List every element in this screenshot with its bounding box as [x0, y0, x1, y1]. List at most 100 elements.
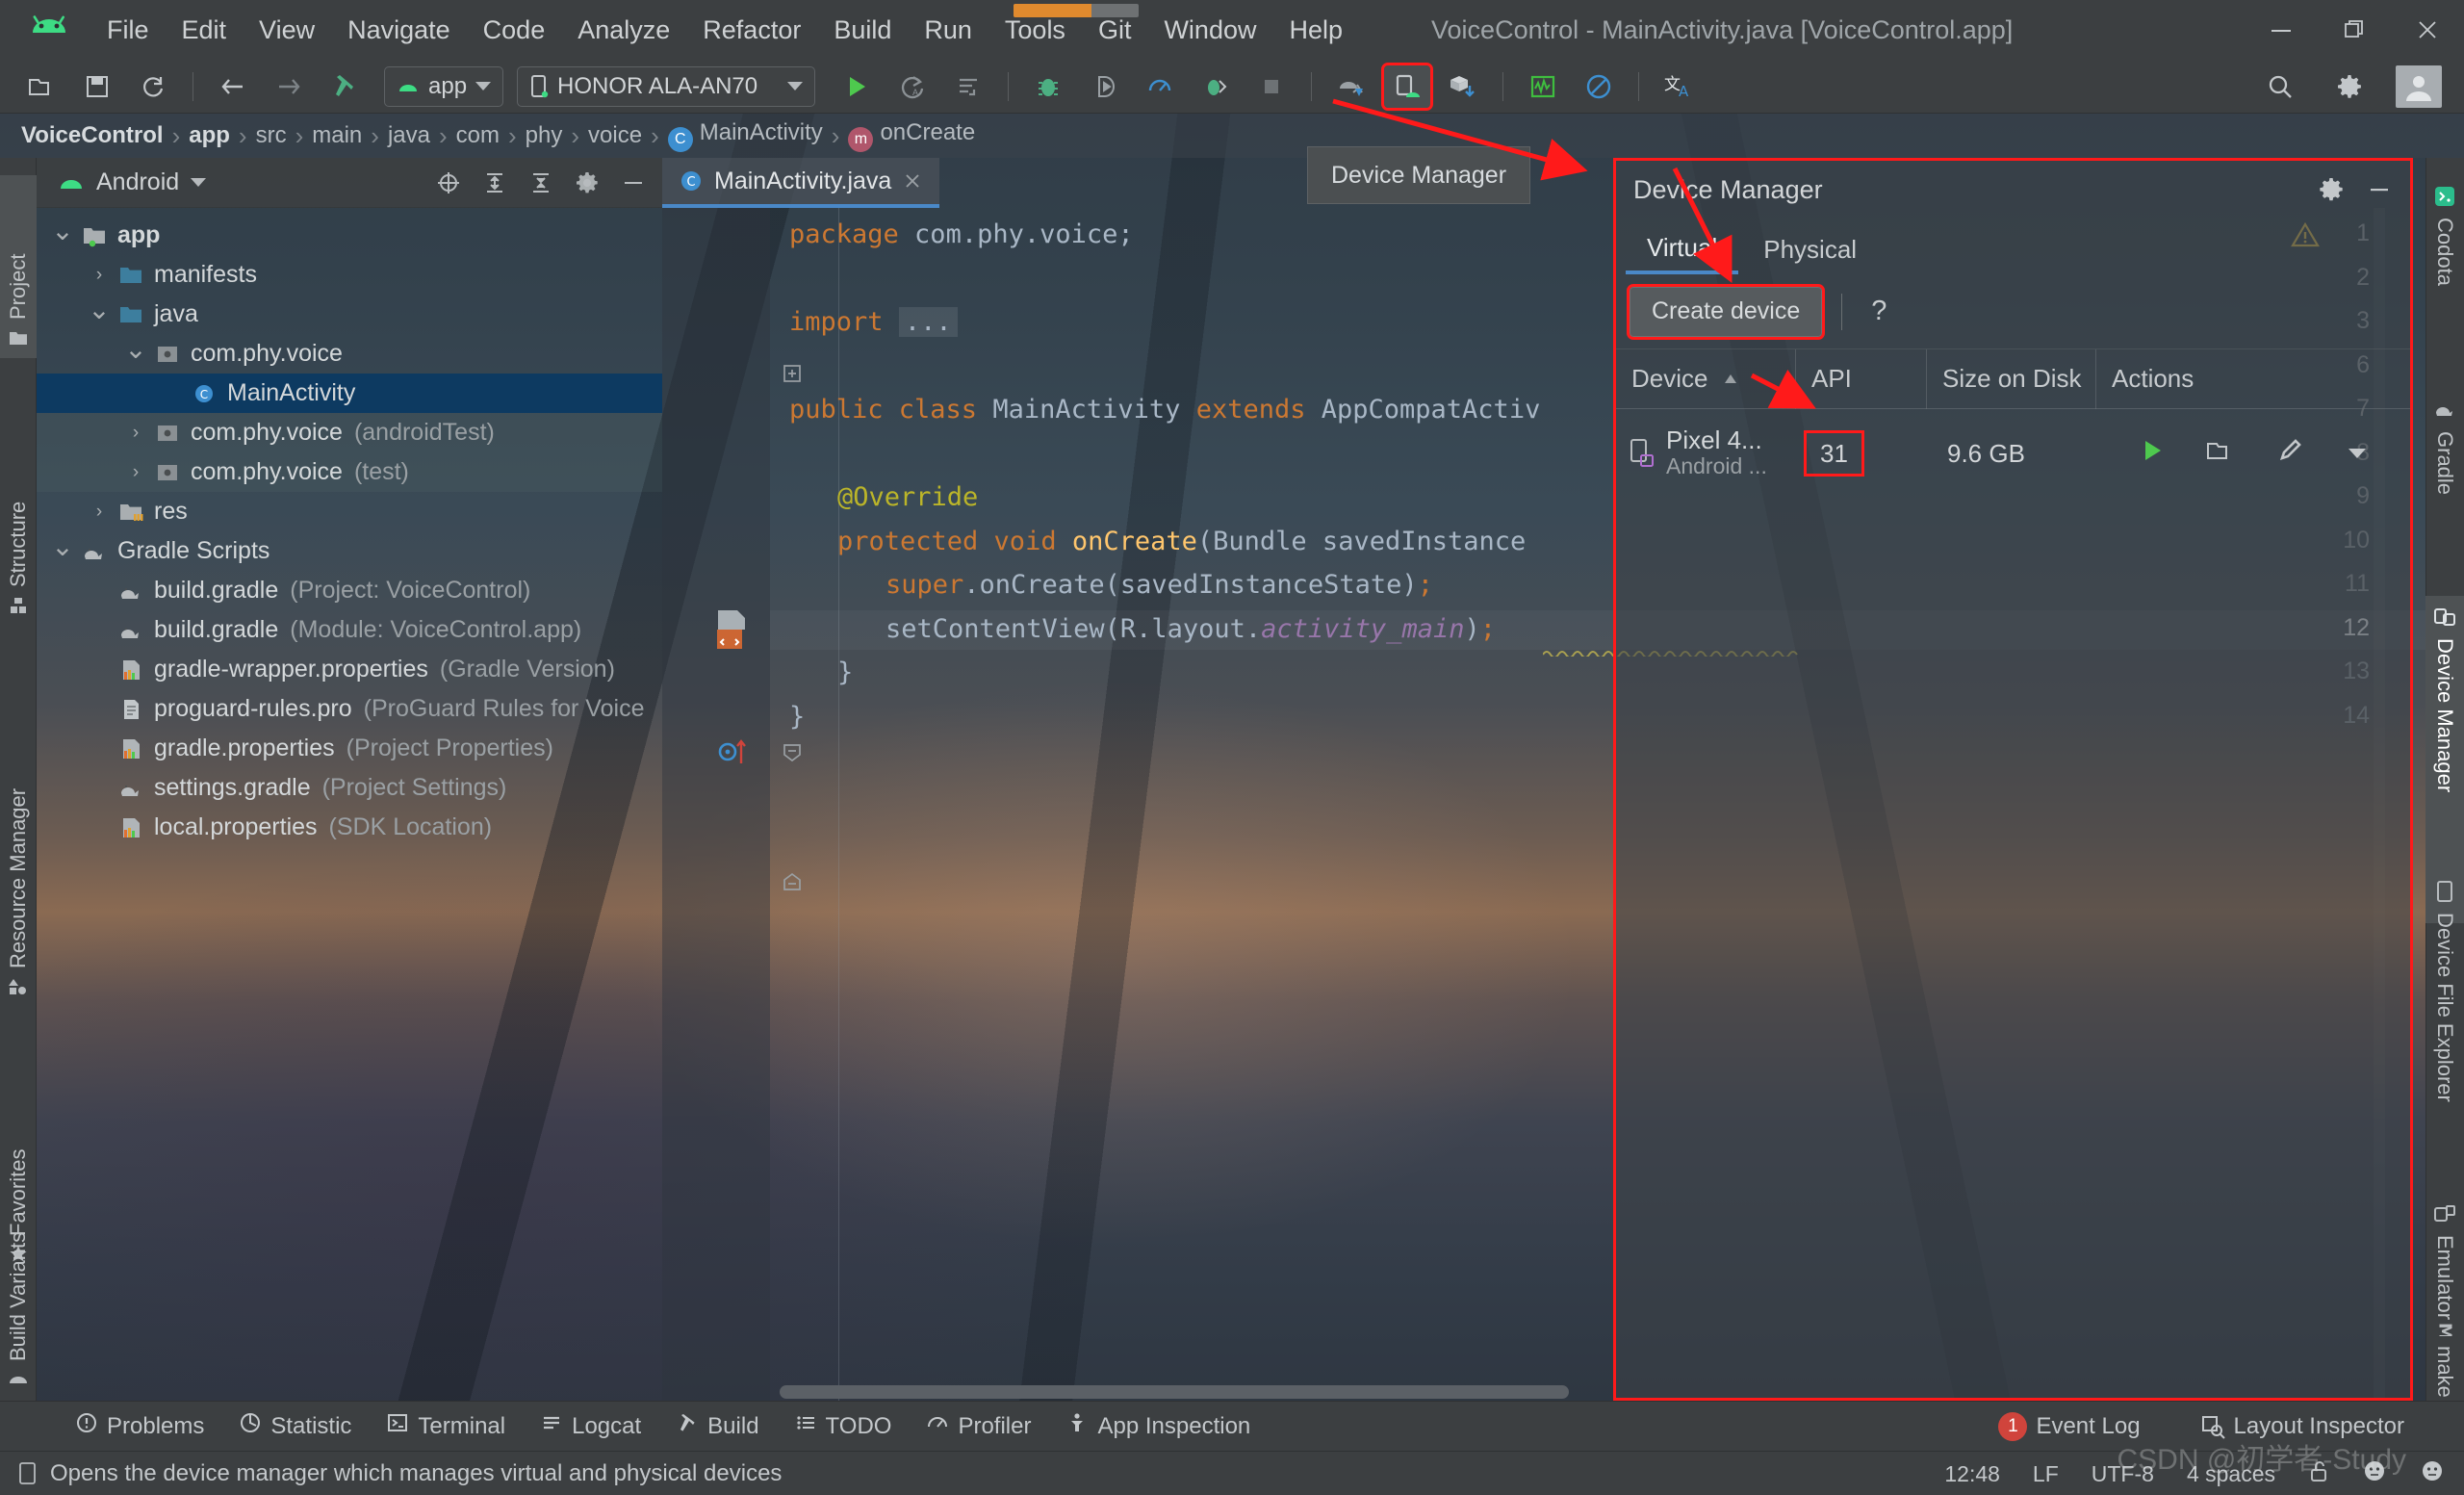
menu-item-window[interactable]: Window [1147, 0, 1272, 60]
code-line[interactable]: setContentView(R.layout.activity_main); [770, 614, 1496, 644]
table-row[interactable]: Pixel 4... Android ... 31 9.6 GB [1616, 409, 2410, 498]
tree-node-manifests[interactable]: › manifests [37, 255, 662, 295]
bottom-tab-todo[interactable]: TODO [777, 1411, 910, 1441]
column-header-actions[interactable]: Actions [2095, 348, 2410, 409]
profiler-icon[interactable] [1137, 65, 1183, 108]
right-tool-tab-codota[interactable]: Codota [2426, 175, 2464, 364]
left-tool-tab-build-variants[interactable]: Build Variants [0, 1149, 37, 1400]
breadcrumb-item-mainactivity[interactable]: C MainActivity [667, 119, 823, 152]
target-icon[interactable] [427, 162, 470, 204]
menu-item-refactor[interactable]: Refactor [686, 0, 817, 60]
tree-node-build-gradle[interactable]: build.gradle (Module: VoiceControl.app) [37, 610, 662, 650]
tree-node-gradle-properties[interactable]: gradle.properties (Project Properties) [37, 729, 662, 768]
tree-node-build-gradle[interactable]: build.gradle (Project: VoiceControl) [37, 571, 662, 610]
breadcrumb-item-voice[interactable]: voice [588, 122, 642, 149]
menu-item-file[interactable]: File [90, 0, 166, 60]
translate-icon[interactable]: 文A [1656, 65, 1702, 108]
code-line[interactable]: @Override [770, 482, 978, 512]
menu-item-edit[interactable]: Edit [166, 0, 244, 60]
navigate-forward-icon[interactable] [266, 65, 312, 108]
chevron-down-icon[interactable]: ⌄ [46, 215, 79, 246]
apply-code-changes-icon[interactable] [945, 65, 991, 108]
navigate-back-icon[interactable] [210, 65, 256, 108]
breadcrumb-item-voicecontrol[interactable]: VoiceControl [21, 122, 164, 149]
minimize-icon[interactable] [2358, 168, 2400, 211]
tree-node-local-properties[interactable]: local.properties (SDK Location) [37, 808, 662, 847]
project-view-selector-label[interactable]: Android [96, 168, 179, 196]
code-line[interactable]: super.onCreate(savedInstanceState); [770, 570, 1433, 600]
stop-icon[interactable] [1248, 65, 1295, 108]
menu-item-code[interactable]: Code [467, 0, 562, 60]
column-header-api[interactable]: API [1795, 348, 1926, 409]
chevron-down-icon[interactable] [191, 178, 207, 187]
tree-node-proguard-rules-pro[interactable]: proguard-rules.pro (ProGuard Rules for Vo… [37, 689, 662, 729]
class-marker-icon[interactable] [715, 610, 748, 656]
right-tool-tab-gradle[interactable]: Gradle [2426, 389, 2464, 568]
apply-changes-icon[interactable]: A [889, 65, 936, 108]
device-manager-tab-virtual[interactable]: Virtual [1626, 224, 1739, 274]
expand-all-icon[interactable] [474, 162, 516, 204]
highlight-face-icon[interactable] [2420, 1458, 2445, 1489]
collapse-all-icon[interactable] [520, 162, 562, 204]
chevron-right-icon[interactable]: › [83, 502, 116, 523]
fold-end-icon[interactable] [782, 872, 803, 896]
settings-gear-icon[interactable] [2326, 65, 2373, 108]
help-button[interactable]: ? [1861, 296, 1896, 327]
line-separator[interactable]: LF [2033, 1461, 2059, 1487]
tree-node-java[interactable]: ⌄ java [37, 295, 662, 334]
column-header-device[interactable]: Device [1616, 349, 1795, 409]
user-account-icon[interactable] [2396, 65, 2442, 108]
dropdown-caret-icon[interactable] [2344, 439, 2371, 469]
no-entry-icon[interactable] [1576, 65, 1622, 108]
fold-plus-icon[interactable] [782, 363, 803, 389]
menu-item-run[interactable]: Run [908, 0, 988, 60]
bottom-tab-statistic[interactable]: Statistic [221, 1411, 369, 1441]
breadcrumb-item-com[interactable]: com [456, 122, 500, 149]
breadcrumb-item-main[interactable]: main [312, 122, 362, 149]
bottom-tab-profiler[interactable]: Profiler [909, 1411, 1048, 1441]
open-folder-icon[interactable] [18, 65, 64, 108]
settings-gear-icon[interactable] [2310, 168, 2352, 211]
folder-icon[interactable] [2205, 438, 2236, 470]
bottom-tab-terminal[interactable]: Terminal [369, 1411, 523, 1441]
debug-icon[interactable] [1025, 65, 1071, 108]
chevron-right-icon[interactable]: › [83, 265, 116, 286]
left-tool-tab-project[interactable]: Project [0, 175, 37, 358]
fold-minus-icon[interactable] [782, 743, 803, 767]
run-icon[interactable] [834, 65, 880, 108]
breadcrumb-item-java[interactable]: java [388, 122, 430, 149]
minimize-icon[interactable] [2245, 0, 2318, 60]
tree-node-com-phy-voice[interactable]: ⌄ com.phy.voice [37, 334, 662, 374]
breadcrumb-item-app[interactable]: app [189, 122, 230, 149]
debug-app-icon[interactable] [1193, 65, 1239, 108]
left-tool-tab-structure[interactable]: Structure [0, 399, 37, 626]
sync-project-icon[interactable] [130, 65, 176, 108]
save-all-icon[interactable] [74, 65, 120, 108]
create-device-button[interactable]: Create device [1626, 283, 1826, 340]
restore-icon[interactable] [2318, 0, 2391, 60]
chevron-down-icon[interactable]: ⌄ [83, 294, 116, 325]
device-manager-tab-physical[interactable]: Physical [1742, 224, 1878, 274]
tree-node-res[interactable]: › res [37, 492, 662, 531]
breadcrumb-item-phy[interactable]: phy [526, 122, 563, 149]
chevron-right-icon[interactable]: › [119, 462, 152, 483]
sdk-manager-icon[interactable] [1440, 65, 1486, 108]
bottom-tab-app-inspection[interactable]: App Inspection [1048, 1411, 1268, 1441]
close-icon[interactable] [2391, 0, 2464, 60]
menu-item-build[interactable]: Build [817, 0, 908, 60]
editor-tab-mainactivity[interactable]: C MainActivity.java [662, 158, 940, 208]
menu-item-navigate[interactable]: Navigate [331, 0, 467, 60]
menu-item-view[interactable]: View [243, 0, 331, 60]
code-line[interactable]: import ... [770, 307, 958, 337]
tree-node-com-phy-voice[interactable]: › com.phy.voice (test) [37, 452, 662, 492]
search-everywhere-icon[interactable] [2257, 65, 2303, 108]
tree-node-settings-gradle[interactable]: settings.gradle (Project Settings) [37, 768, 662, 808]
device-selector[interactable]: HONOR ALA-AN70 [517, 65, 816, 107]
override-method-icon[interactable] [718, 735, 751, 774]
module-selector[interactable]: app [384, 65, 504, 107]
breadcrumb-item-oncreate[interactable]: m onCreate [848, 119, 975, 152]
code-line[interactable]: } [770, 702, 805, 732]
hide-panel-icon[interactable] [612, 162, 654, 204]
tree-node-gradle-wrapper-properties[interactable]: gradle-wrapper.properties (Gradle Version… [37, 650, 662, 689]
editor-horizontal-scrollbar[interactable] [780, 1385, 1569, 1399]
